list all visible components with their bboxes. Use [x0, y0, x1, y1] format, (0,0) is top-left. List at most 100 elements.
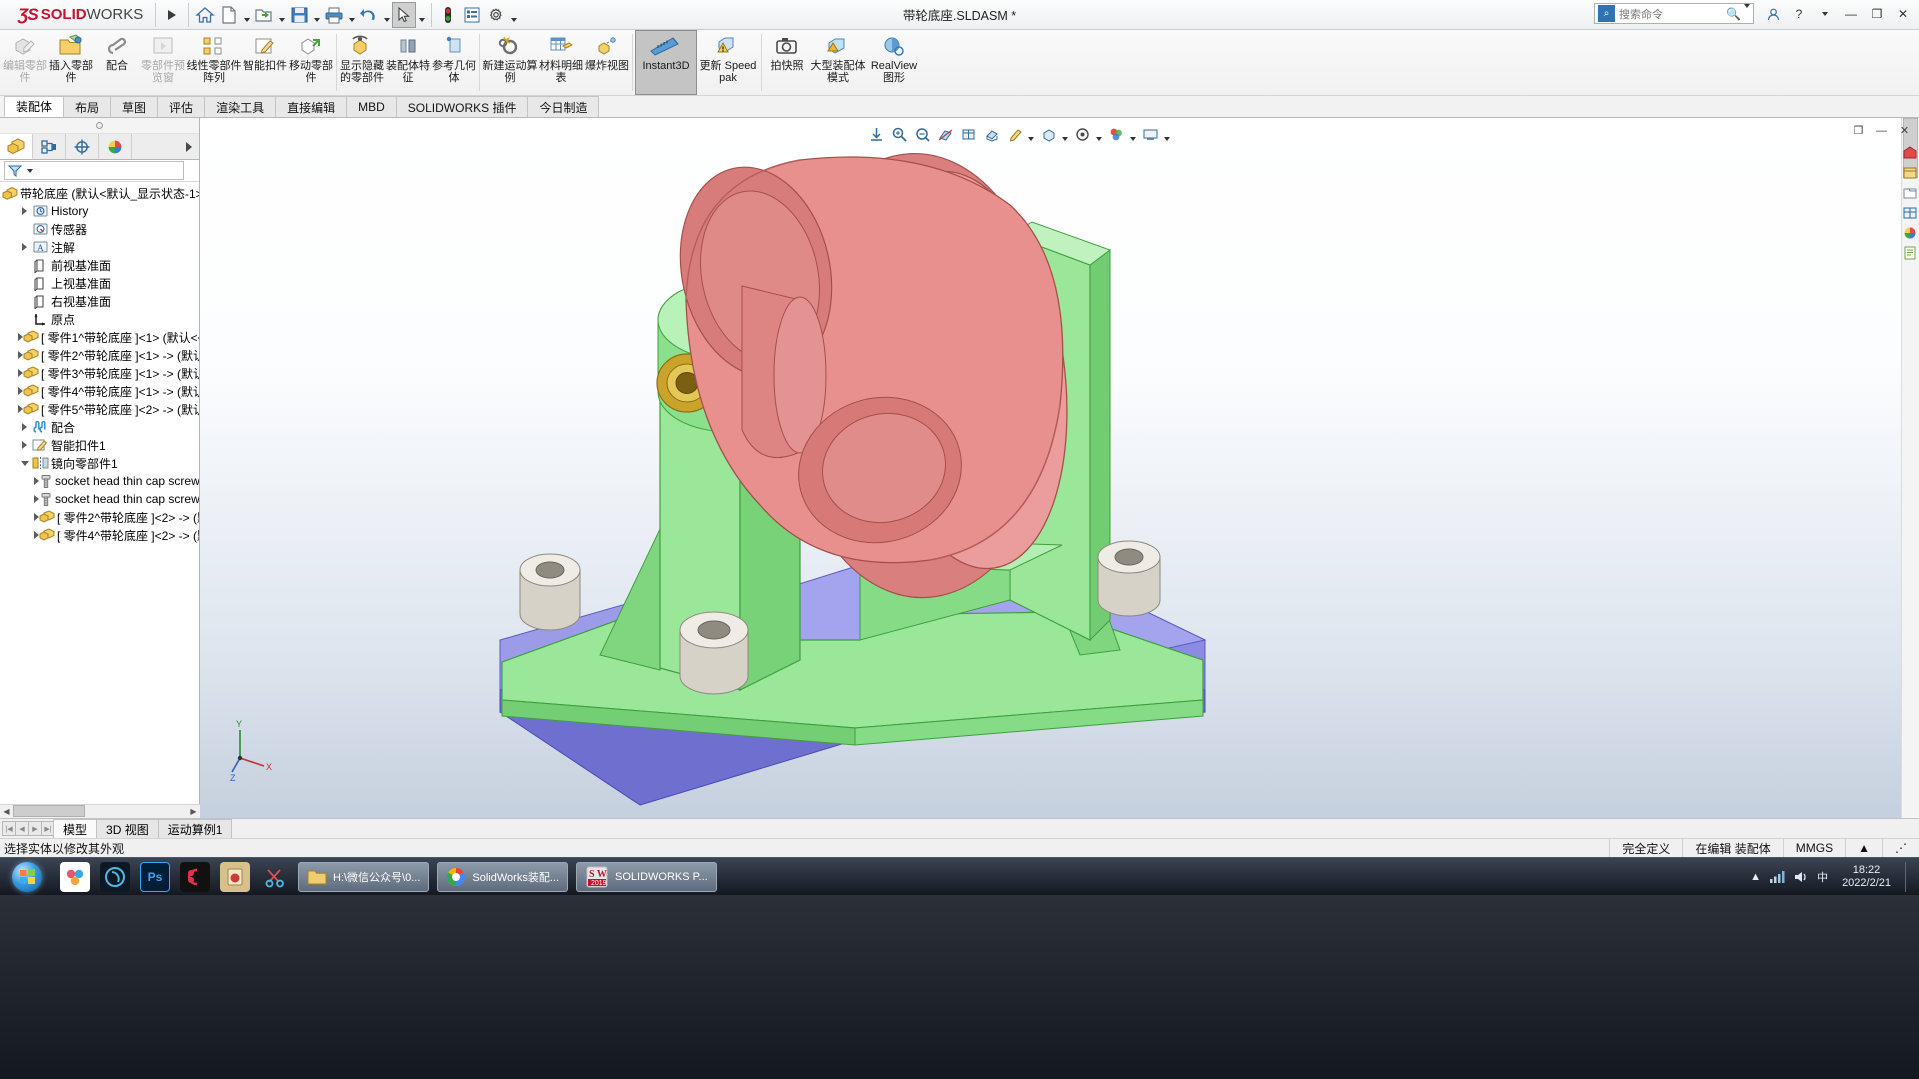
- tree-item[interactable]: History: [0, 202, 199, 220]
- section-view-icon[interactable]: [934, 122, 956, 146]
- zoom-to-fit-icon[interactable]: [865, 122, 887, 146]
- solidworks-premium-item[interactable]: S W 2019 SOLIDWORKS P...: [576, 861, 717, 892]
- ribbon-update-speedpak[interactable]: 更新 Speedpak: [697, 30, 759, 95]
- ribbon-show-hidden-components[interactable]: 显示隐藏的零部件: [339, 30, 385, 95]
- configuration-manager-tab[interactable]: [66, 134, 99, 159]
- scene-dropdown[interactable]: [1094, 122, 1104, 146]
- print-dropdown[interactable]: [346, 2, 357, 28]
- tree-item[interactable]: [ 零件4^带轮底座 ]<1> -> (默认<: [0, 382, 199, 400]
- user-account-icon[interactable]: [1761, 2, 1785, 26]
- browser-icon[interactable]: [60, 861, 90, 892]
- expand-arrow-icon[interactable]: [18, 423, 31, 431]
- tray-language-icon[interactable]: 中: [1817, 869, 1828, 885]
- tray-network-icon[interactable]: [1769, 870, 1785, 884]
- ribbon-instant3d[interactable]: Instant3D: [635, 30, 697, 95]
- tree-item[interactable]: socket head thin cap screw_c: [0, 490, 199, 508]
- restore-window-icon[interactable]: ❐: [1850, 122, 1867, 139]
- hide-show-items-icon[interactable]: [1037, 122, 1059, 146]
- open-dropdown[interactable]: [276, 2, 287, 28]
- tab-render-tools[interactable]: 渲染工具: [204, 96, 277, 117]
- prev-tab-arrow[interactable]: ◀: [15, 821, 29, 836]
- ribbon-snapshot[interactable]: 拍快照: [764, 30, 810, 95]
- tree-item[interactable]: 镜向零部件1: [0, 454, 199, 472]
- next-tab-arrow[interactable]: ▶: [28, 821, 42, 836]
- search-input[interactable]: 搜索命令: [1619, 6, 1663, 22]
- tab-manufacturing-today[interactable]: 今日制造: [527, 96, 600, 117]
- ribbon-smart-fastener[interactable]: 智能扣件: [242, 30, 288, 95]
- ribbon-mate[interactable]: 配合: [94, 30, 140, 95]
- feature-manager-tab[interactable]: [0, 134, 33, 159]
- expand-arrow-icon[interactable]: [18, 207, 31, 215]
- new-document-icon[interactable]: [217, 2, 241, 28]
- open-folder-icon[interactable]: [252, 2, 276, 28]
- pin-icon[interactable]: [96, 122, 103, 129]
- ribbon-insert-component[interactable]: 插入零部件: [48, 30, 94, 95]
- panel-expand-icon[interactable]: [179, 134, 199, 159]
- undo-dropdown[interactable]: [381, 2, 392, 28]
- search-commands-box[interactable]: ⌕ 搜索命令 🔍: [1594, 3, 1754, 24]
- tree-item[interactable]: 智能扣件1: [0, 436, 199, 454]
- tree-item[interactable]: 传感器: [0, 220, 199, 238]
- tree-item[interactable]: [ 零件5^带轮底座 ]<2> -> (默认<: [0, 400, 199, 418]
- tab-assembly[interactable]: 装配体: [4, 96, 65, 117]
- ribbon-large-assembly-mode[interactable]: 大型装配体模式: [810, 30, 866, 95]
- status-units-caret[interactable]: ▲: [1845, 838, 1882, 858]
- viewport-layout-icon[interactable]: [1139, 122, 1161, 146]
- zoom-to-area-icon[interactable]: [888, 122, 910, 146]
- tree-item[interactable]: 配合: [0, 418, 199, 436]
- rebuild-icon[interactable]: [436, 2, 460, 28]
- minimize-window-icon[interactable]: —: [1873, 122, 1890, 139]
- hide-show-dropdown[interactable]: [1060, 122, 1070, 146]
- expand-arrow-icon[interactable]: [18, 243, 31, 251]
- tree-horizontal-scrollbar[interactable]: ◀ ▶: [0, 804, 200, 818]
- ribbon-reference-geometry[interactable]: 参考几何体: [431, 30, 477, 95]
- menu-expand-button[interactable]: [160, 2, 184, 28]
- status-resize-grip[interactable]: ⋰: [1882, 838, 1919, 858]
- tree-item[interactable]: 右视基准面: [0, 292, 199, 310]
- bottom-tab-3d-views[interactable]: 3D 视图: [96, 819, 159, 838]
- new-document-dropdown[interactable]: [241, 2, 252, 28]
- save-dropdown[interactable]: [311, 2, 322, 28]
- tree-item[interactable]: 前视基准面: [0, 256, 199, 274]
- explorer-window-item[interactable]: H:\微信公众号\0...: [298, 861, 430, 892]
- tree-item[interactable]: [ 零件1^带轮底座 ]<1> (默认<<默: [0, 328, 199, 346]
- magnifier-icon[interactable]: 🔍: [1726, 7, 1741, 21]
- tree-item[interactable]: [ 零件3^带轮底座 ]<1> -> (默认<: [0, 364, 199, 382]
- design-library-icon[interactable]: [1902, 165, 1918, 181]
- ribbon-new-motion-study[interactable]: 新建运动算例: [482, 30, 538, 95]
- appearance-dropdown[interactable]: [1128, 122, 1138, 146]
- display-style-icon[interactable]: [980, 122, 1002, 146]
- tab-solidworks-addins[interactable]: SOLIDWORKS 插件: [395, 96, 529, 117]
- viewport-dropdown[interactable]: [1162, 122, 1172, 146]
- help-dropdown-caret[interactable]: [1813, 2, 1837, 26]
- ribbon-exploded-view[interactable]: 爆炸视图: [584, 30, 630, 95]
- scroll-right-arrow[interactable]: ▶: [187, 805, 200, 817]
- search-dropdown-caret[interactable]: [1744, 3, 1750, 20]
- undo-icon[interactable]: [357, 2, 381, 28]
- save-icon[interactable]: [287, 2, 311, 28]
- tree-item[interactable]: 上视基准面: [0, 274, 199, 292]
- tree-item[interactable]: 原点: [0, 310, 199, 328]
- panel-pin-row[interactable]: [0, 118, 199, 134]
- ribbon-assembly-feature[interactable]: 装配体特征: [385, 30, 431, 95]
- scroll-left-arrow[interactable]: ◀: [0, 805, 13, 817]
- tab-direct-editing[interactable]: 直接编辑: [275, 96, 348, 117]
- tree-item[interactable]: 带轮底座 (默认<默认_显示状态-1>): [0, 184, 199, 202]
- select-dropdown[interactable]: [416, 2, 427, 28]
- expand-arrow-icon[interactable]: [18, 441, 31, 449]
- snipping-tool-icon[interactable]: [260, 862, 290, 892]
- tab-mbd[interactable]: MBD: [346, 96, 397, 117]
- help-icon[interactable]: ?: [1787, 2, 1811, 26]
- ribbon-linear-component-pattern[interactable]: 线性零部件阵列: [186, 30, 242, 95]
- ribbon-bill-of-materials[interactable]: 材料明细表: [538, 30, 584, 95]
- display-style-dropdown[interactable]: [1026, 122, 1036, 146]
- media-player-icon[interactable]: [100, 861, 130, 892]
- tab-sketch[interactable]: 草图: [110, 96, 159, 117]
- bottom-tab-model[interactable]: 模型: [53, 819, 98, 838]
- previous-view-icon[interactable]: [911, 122, 933, 146]
- pdf-tool-icon[interactable]: [220, 861, 250, 892]
- ribbon-move-component[interactable]: 移动零部件: [288, 30, 334, 95]
- property-manager-tab[interactable]: [33, 134, 66, 159]
- tree-item[interactable]: [ 零件2^带轮底座 ]<2> -> (默: [0, 508, 199, 526]
- options-list-icon[interactable]: [460, 2, 484, 28]
